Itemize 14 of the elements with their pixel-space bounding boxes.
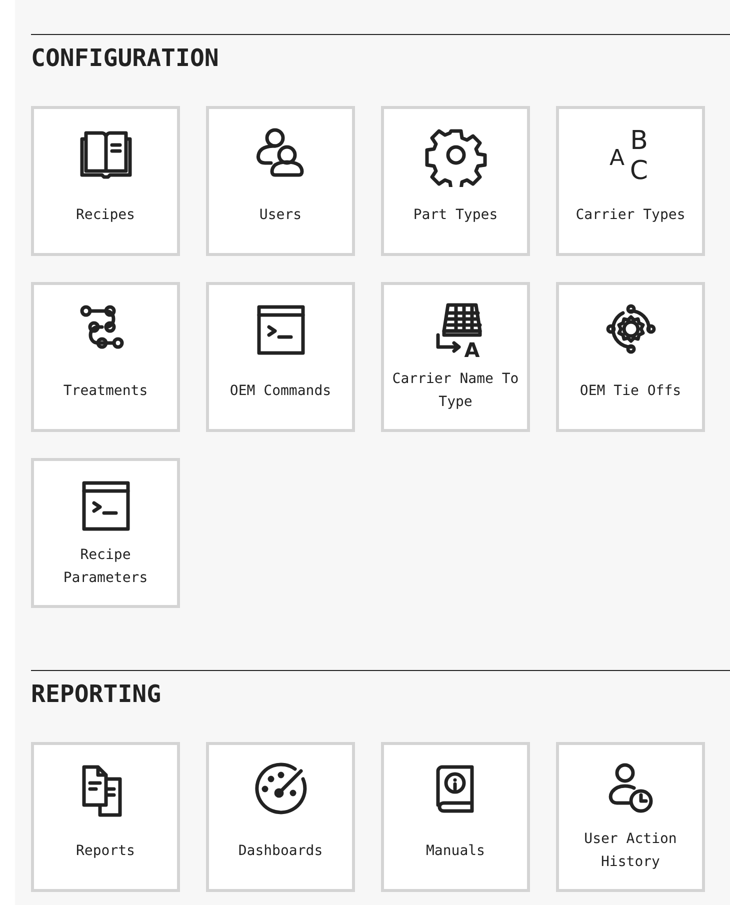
tile-button[interactable]: Manuals xyxy=(381,742,530,892)
tile-button[interactable]: Dashboards xyxy=(206,742,355,892)
tile-button[interactable]: Part Types xyxy=(381,106,530,256)
tile-button[interactable]: OEM Commands xyxy=(206,282,355,432)
tile-button[interactable]: Treatments xyxy=(31,282,180,432)
tile-button[interactable]: OEM Tie Offs xyxy=(556,282,705,432)
tile-button[interactable]: Reports xyxy=(31,742,180,892)
tile-button[interactable]: Users xyxy=(206,106,355,256)
tile-button[interactable]: Recipe Parameters xyxy=(31,458,180,608)
section-heading: REPORTING xyxy=(31,679,162,709)
tile-button[interactable]: A Carrier Name To Type xyxy=(381,282,530,432)
tile-button[interactable]: User Action History xyxy=(556,742,705,892)
tile-button[interactable]: Recipes xyxy=(31,106,180,256)
section-heading: CONFIGURATION xyxy=(31,43,220,73)
